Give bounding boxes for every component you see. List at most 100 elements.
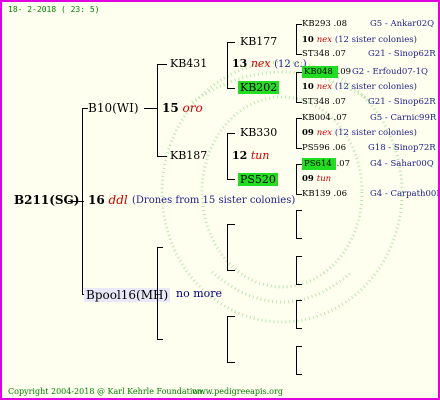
gen5-breeding-note: (12 sister colonies)	[334, 128, 417, 138]
kb330-link	[227, 133, 235, 134]
empty-link-7	[296, 256, 302, 257]
gen5-queen-year: .08	[333, 19, 348, 29]
gen5-queen-year: .09	[337, 67, 352, 77]
empty-branch-1	[227, 224, 228, 270]
empty-link-3	[227, 316, 235, 317]
kb330-branch	[296, 118, 297, 148]
mother-queen[interactable]: B10(WI)	[88, 102, 139, 114]
kb187-breeding: 12 tun	[232, 149, 270, 162]
gen5-queen-origin: G4 - Carpath00R	[370, 189, 440, 199]
gen5-breeding-row: 10 nex (12 sister colonies)	[302, 83, 417, 92]
kb187-link	[157, 156, 167, 157]
kb202-branch	[296, 72, 297, 102]
gen5-queen-origin: G5 - Carnic99R	[370, 113, 437, 123]
gen5-queen-row: PS614 .07 G4 - Sahar00Q	[302, 158, 434, 170]
gen5-queen-row: ST348 .07 G21 - Sinop62R	[302, 49, 436, 59]
empty-link-10	[296, 328, 302, 329]
empty-branch-6	[296, 346, 297, 374]
empty-link-8	[296, 284, 302, 285]
gen5-breeding-note: (12 sister colonies)	[334, 35, 417, 45]
empty-branch-5	[296, 300, 297, 328]
empty-link-1	[227, 224, 235, 225]
kb177-link	[227, 42, 235, 43]
mother-breeding: 15 oro	[162, 101, 203, 115]
gen5-queen-id[interactable]: KB293	[302, 19, 334, 29]
gen5-queen-id[interactable]: KB139	[302, 189, 334, 199]
empty-branch-2	[227, 316, 228, 362]
father-empty-link-2	[157, 339, 163, 340]
gen5-breeding-num: 10	[302, 82, 317, 92]
empty-link-9	[296, 300, 302, 301]
gen5-queen-row: KB293 .08 G5 - Ankar02Q	[302, 19, 434, 29]
empty-link-2	[227, 270, 235, 271]
gen5-breeding-num: 09	[302, 174, 317, 184]
gen5-queen-year: .07	[333, 113, 348, 123]
gen5-queen-row: ST348 .07 G21 - Sinop62R	[302, 97, 436, 107]
gen5-queen-id[interactable]: KB004	[302, 113, 334, 123]
gen5-queen-id[interactable]: PS614	[302, 158, 337, 170]
kb187-branch	[227, 133, 228, 179]
kb431-branch	[227, 42, 228, 88]
ps520-branch	[296, 164, 297, 194]
ps520-link	[227, 179, 235, 180]
gen5-queen-id[interactable]: ST348	[302, 49, 332, 59]
gen5-queen-origin: G2 - Erfoud07-1Q	[352, 67, 428, 77]
gen5-breeding-code: nex	[316, 128, 335, 138]
gen5-queen-origin: G4 - Sahar00Q	[370, 159, 434, 169]
kb202-queen[interactable]: KB202	[238, 81, 280, 94]
gen5-breeding-num: 10	[302, 35, 317, 45]
empty-link-4	[227, 362, 235, 363]
gen5-queen-row: KB139 .06 G4 - Carpath00R	[302, 189, 438, 199]
gen5-queen-row: KB048 .09 G2 - Erfoud07-1Q	[302, 66, 428, 78]
gen5-queen-origin: G5 - Ankar02Q	[370, 19, 435, 29]
empty-link-6	[296, 238, 302, 239]
empty-link-12	[296, 374, 302, 375]
gen5-breeding-code: nex	[316, 35, 335, 45]
ps520-queen[interactable]: PS520	[238, 173, 278, 186]
empty-link-5	[296, 210, 302, 211]
kb330-queen[interactable]: KB330	[240, 127, 277, 138]
root-branch	[82, 108, 83, 294]
father-empty-link-1	[157, 247, 163, 248]
kb177-queen[interactable]: KB177	[240, 36, 277, 47]
gen5-queen-year: .06	[333, 189, 348, 199]
gen5-queen-origin: G18 - Sinop72R	[368, 143, 436, 153]
gen5-breeding-code: nex	[316, 82, 335, 92]
empty-link-11	[296, 346, 302, 347]
gen5-queen-origin: G21 - Sinop62R	[368, 97, 436, 107]
gen5-queen-id[interactable]: PS596	[302, 143, 332, 153]
gen5-breeding-note: (12 sister colonies)	[334, 82, 417, 92]
gen5-breeding-num: 09	[302, 128, 317, 138]
gen5-queen-origin: G21 - Sinop62R	[368, 49, 436, 59]
gen5-queen-id[interactable]: ST348	[302, 97, 332, 107]
mother-branch	[157, 64, 158, 156]
empty-branch-3	[296, 210, 297, 238]
date-stamp: 18- 2-2018 ( 23: 5)	[8, 5, 100, 14]
gen5-queen-id[interactable]: KB048	[302, 66, 338, 78]
kb431-queen[interactable]: KB431	[170, 58, 207, 69]
empty-branch-4	[296, 256, 297, 284]
pedigree-frame: 18- 2-2018 ( 23: 5) Copyright 2004-2018 …	[0, 0, 440, 400]
root-drone-note: (Drones from 15 sister colonies)	[132, 195, 296, 206]
gen5-breeding-row: 10 nex (12 sister colonies)	[302, 36, 417, 45]
copyright-text: Copyright 2004-2018 @ Karl Kehrle Founda…	[8, 387, 205, 396]
gen5-queen-row: PS596 .06 G18 - Sinop72R	[302, 143, 436, 153]
gen5-queen-year: .07	[332, 97, 346, 107]
gen5-queen-year: .06	[332, 143, 346, 153]
father-branch	[157, 247, 158, 339]
gen5-breeding-row: 09 nex (12 sister colonies)	[302, 129, 417, 138]
kb177-branch	[296, 24, 297, 54]
father-note: no more	[176, 287, 223, 300]
site-link[interactable]: www.pedigreeapis.org	[192, 388, 283, 396]
kb431-breeding: 13 nex (12 c.)	[232, 57, 307, 70]
kb202-link	[227, 88, 235, 89]
root-breeding: 16 ddl	[88, 193, 128, 207]
kb187-queen[interactable]: KB187	[170, 150, 207, 161]
root-queen[interactable]: B211(SG)	[14, 194, 79, 206]
gen5-queen-row: KB004 .07 G5 - Carnic99R	[302, 113, 436, 123]
kb431-link	[157, 64, 167, 65]
gen5-breeding-row: 09 tun	[302, 175, 331, 184]
mother-branch-link	[144, 108, 158, 109]
gen5-breeding-code: tun	[316, 174, 332, 184]
gen5-queen-year: .07	[332, 49, 346, 59]
